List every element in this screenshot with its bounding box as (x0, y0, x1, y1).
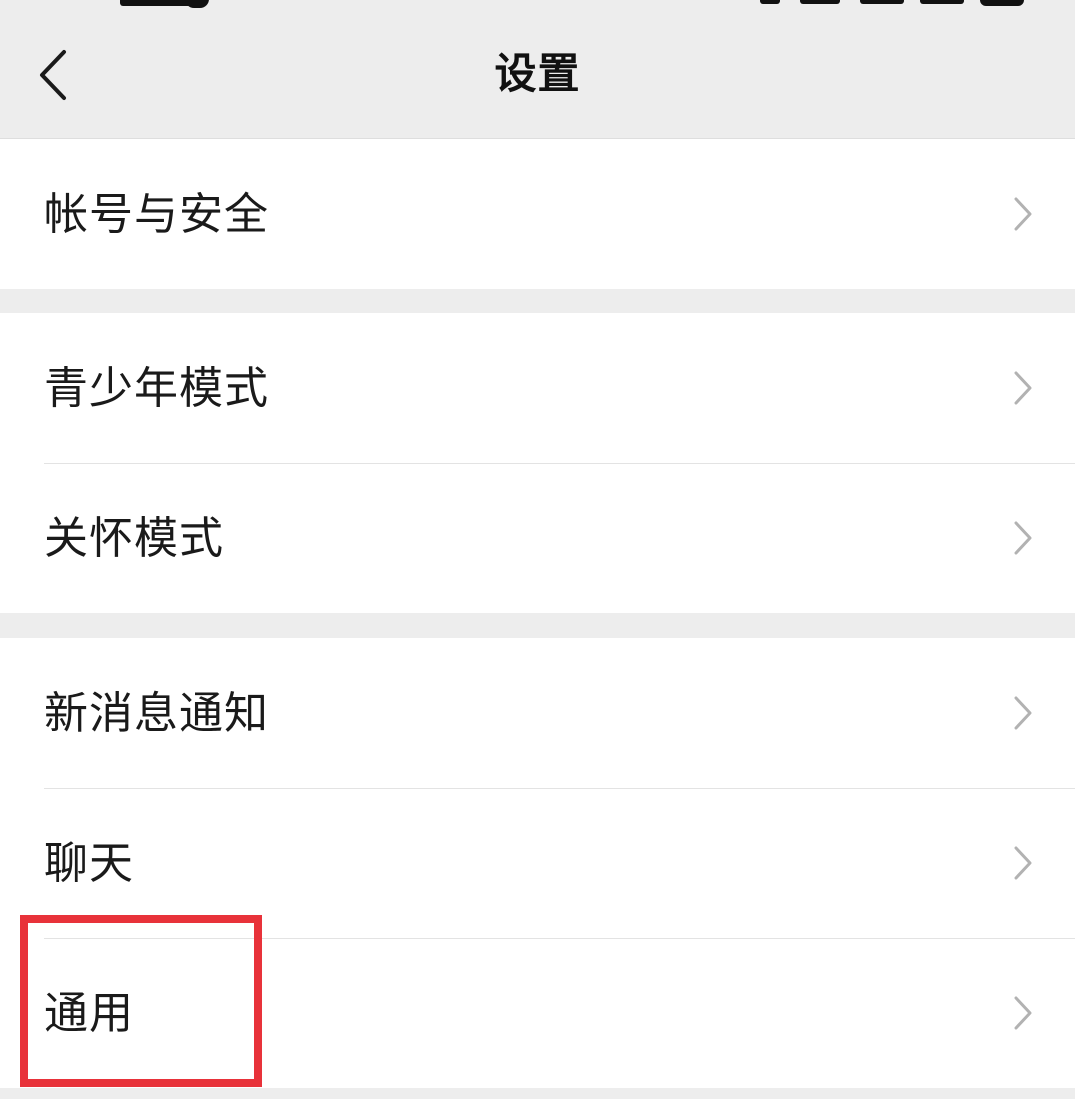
status-dot-icon (185, 0, 209, 8)
signal-icon (760, 0, 780, 4)
page-title: 设置 (494, 49, 581, 98)
settings-item-label: 青少年模式 (44, 363, 269, 414)
status-bar (0, 0, 1075, 14)
settings-item-label: 新消息通知 (44, 688, 269, 739)
signal-bars-icon (860, 0, 904, 4)
settings-item-label: 关怀模式 (44, 513, 224, 564)
settings-group-modes: 青少年模式 关怀模式 (0, 313, 1075, 613)
settings-item-label: 帐号与安全 (44, 189, 269, 240)
battery-icon (980, 0, 1024, 6)
bottom-divider (0, 1089, 1075, 1099)
chevron-right-icon (1014, 996, 1032, 1030)
chevron-right-icon (1014, 696, 1032, 730)
chevron-right-icon (1014, 197, 1032, 231)
wifi-icon (800, 0, 840, 4)
settings-item-general[interactable]: 通用 (0, 938, 1075, 1088)
settings-item-chat[interactable]: 聊天 (0, 788, 1075, 938)
signal-bars-icon-2 (920, 0, 964, 4)
chevron-right-icon (1014, 521, 1032, 555)
settings-group-account: 帐号与安全 (0, 139, 1075, 289)
chevron-right-icon (1014, 846, 1032, 880)
chevron-right-icon (1014, 371, 1032, 405)
nav-header: 设置 (0, 14, 1075, 139)
settings-item-label: 聊天 (44, 838, 134, 889)
settings-group-general: 新消息通知 聊天 通用 (0, 638, 1075, 1088)
settings-item-account-security[interactable]: 帐号与安全 (0, 139, 1075, 289)
settings-item-notifications[interactable]: 新消息通知 (0, 638, 1075, 788)
settings-item-teen-mode[interactable]: 青少年模式 (0, 313, 1075, 463)
settings-item-care-mode[interactable]: 关怀模式 (0, 463, 1075, 613)
settings-item-label: 通用 (44, 988, 134, 1039)
